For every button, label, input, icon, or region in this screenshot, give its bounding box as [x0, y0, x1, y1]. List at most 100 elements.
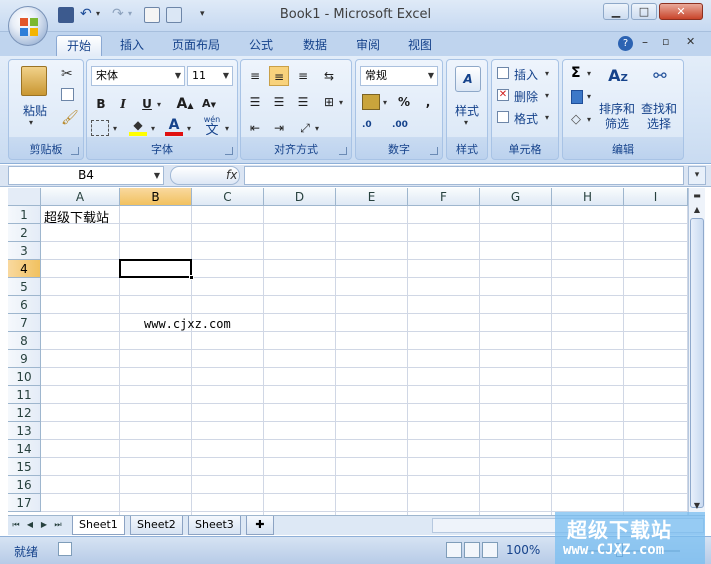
cell-styles-icon[interactable]: A — [455, 66, 481, 92]
currency-icon[interactable] — [362, 94, 380, 110]
font-launcher-icon[interactable] — [225, 147, 233, 155]
sheet-tab-sheet3[interactable]: Sheet3 — [188, 516, 241, 535]
row-header-5[interactable]: 5 — [8, 278, 41, 296]
row-header-16[interactable]: 16 — [8, 476, 41, 494]
prev-sheet-icon[interactable]: ◀ — [24, 518, 36, 532]
row-header-14[interactable]: 14 — [8, 440, 41, 458]
zoom-level[interactable]: 100% — [506, 543, 540, 557]
align-middle-icon[interactable]: ≡ — [269, 66, 289, 86]
fill-color-icon[interactable]: ◆ — [129, 118, 147, 136]
page-layout-view-icon[interactable] — [464, 542, 480, 558]
row-header-7[interactable]: 7 — [8, 314, 41, 332]
row-header-8[interactable]: 8 — [8, 332, 41, 350]
clear-icon[interactable]: ◇ — [571, 112, 581, 127]
increase-indent-icon[interactable]: ⇥ — [269, 118, 289, 138]
align-center-icon[interactable]: ☰ — [269, 92, 289, 112]
paste-dropdown-icon[interactable]: ▾ — [29, 118, 33, 127]
clipboard-launcher-icon[interactable] — [71, 147, 79, 155]
align-right-icon[interactable]: ☰ — [293, 92, 313, 112]
worksheet-grid[interactable]: ABCDEFGHI 1 2 3 4 5 6 7 8 9 10 11 12 13 14 15 16 17 超级下载… — [8, 188, 688, 515]
tab-formulas[interactable]: 公式 — [239, 35, 283, 56]
styles-button[interactable]: 样式 — [447, 102, 487, 119]
office-button[interactable] — [8, 6, 48, 46]
number-launcher-icon[interactable] — [430, 147, 438, 155]
format-dropdown-icon[interactable]: ▾ — [545, 113, 549, 122]
save-icon[interactable] — [58, 7, 74, 23]
paste-button[interactable]: 粘贴 — [15, 102, 55, 119]
page-break-view-icon[interactable] — [482, 542, 498, 558]
orientation-icon[interactable]: ⤢ — [295, 118, 315, 138]
publish-icon[interactable] — [166, 7, 182, 23]
fill-color-dropdown-icon[interactable]: ▾ — [151, 124, 155, 133]
font-name-combo[interactable]: 宋体 ▼ — [91, 66, 185, 86]
row-header-13[interactable]: 13 — [8, 422, 41, 440]
shrink-font-button[interactable]: A▼ — [199, 94, 219, 114]
row-header-3[interactable]: 3 — [8, 242, 41, 260]
redo-icon[interactable]: ↷ — [112, 6, 124, 22]
phonetic-dropdown-icon[interactable]: ▾ — [225, 124, 229, 133]
tab-data[interactable]: 数据 — [293, 35, 337, 56]
format-cells-button[interactable]: 格式 — [514, 110, 538, 127]
delete-dropdown-icon[interactable]: ▾ — [545, 91, 549, 100]
macro-record-icon[interactable] — [58, 542, 72, 556]
column-header-a[interactable]: A — [41, 188, 120, 206]
column-header-e[interactable]: E — [336, 188, 408, 206]
tab-home[interactable]: 开始 — [56, 35, 103, 56]
row-header-6[interactable]: 6 — [8, 296, 41, 314]
ribbon-restore-icon[interactable]: ▫ — [662, 35, 669, 48]
help-icon[interactable]: ? — [618, 36, 633, 51]
align-left-icon[interactable]: ☰ — [245, 92, 265, 112]
formula-input[interactable] — [244, 166, 684, 185]
split-box-icon[interactable]: ▬ — [690, 189, 704, 203]
name-box[interactable]: B4 ▼ — [8, 166, 164, 185]
scroll-down-icon[interactable]: ▼ — [690, 499, 704, 513]
cell-b7[interactable]: www.cjxz.com — [144, 317, 231, 331]
print-preview-icon[interactable] — [144, 7, 160, 23]
row-header-11[interactable]: 11 — [8, 386, 41, 404]
align-top-icon[interactable]: ≡ — [245, 66, 265, 86]
increase-decimal-button[interactable]: .0 — [362, 120, 372, 130]
number-format-combo[interactable]: 常规 ▼ — [360, 66, 438, 86]
comma-button[interactable]: , — [418, 92, 438, 112]
sheet-tab-sheet1[interactable]: Sheet1 — [72, 516, 125, 535]
insert-sheet-icon[interactable]: ✚ — [246, 516, 274, 535]
styles-dropdown-icon[interactable]: ▾ — [464, 118, 468, 127]
fill-icon[interactable] — [571, 90, 583, 104]
last-sheet-icon[interactable]: ⏭ — [52, 518, 64, 532]
close-button[interactable]: ✕ — [659, 3, 703, 20]
tab-review[interactable]: 审阅 — [346, 35, 390, 56]
clear-dropdown-icon[interactable]: ▾ — [587, 115, 591, 124]
underline-button[interactable]: U — [137, 94, 157, 114]
phonetic-icon[interactable]: wén 文 — [199, 116, 225, 138]
undo-dropdown-icon[interactable]: ▾ — [96, 9, 100, 18]
column-header-g[interactable]: G — [480, 188, 552, 206]
column-header-b[interactable]: B — [120, 188, 192, 206]
wrap-text-icon[interactable]: ⇆ — [319, 66, 339, 86]
ribbon-minimize-icon[interactable]: – — [642, 35, 648, 49]
grow-font-button[interactable]: A▲ — [175, 94, 195, 114]
tab-view[interactable]: 视图 — [398, 35, 442, 56]
orientation-dropdown-icon[interactable]: ▾ — [315, 124, 319, 133]
insert-function-button[interactable]: fx — [170, 166, 240, 185]
vertical-scroll-thumb[interactable] — [690, 218, 704, 508]
scroll-up-icon[interactable]: ▲ — [690, 203, 704, 217]
column-header-f[interactable]: F — [408, 188, 480, 206]
paste-icon[interactable] — [21, 66, 47, 96]
column-header-h[interactable]: H — [552, 188, 624, 206]
decrease-decimal-button[interactable]: .00 — [392, 120, 408, 130]
alignment-launcher-icon[interactable] — [339, 147, 347, 155]
font-color-icon[interactable]: A — [165, 118, 183, 136]
percent-button[interactable]: % — [394, 92, 414, 112]
font-color-dropdown-icon[interactable]: ▾ — [187, 124, 191, 133]
row-header-4[interactable]: 4 — [8, 260, 41, 278]
column-header-c[interactable]: C — [192, 188, 264, 206]
undo-icon[interactable]: ↶ — [80, 6, 92, 22]
merge-dropdown-icon[interactable]: ▾ — [339, 98, 343, 107]
find-select-button[interactable]: 查找和 选择 — [639, 102, 679, 132]
column-header-d[interactable]: D — [264, 188, 336, 206]
copy-icon[interactable] — [61, 88, 74, 101]
fill-dropdown-icon[interactable]: ▾ — [587, 92, 591, 101]
fill-handle[interactable] — [189, 275, 194, 280]
autosum-dropdown-icon[interactable]: ▾ — [587, 69, 591, 78]
next-sheet-icon[interactable]: ▶ — [38, 518, 50, 532]
